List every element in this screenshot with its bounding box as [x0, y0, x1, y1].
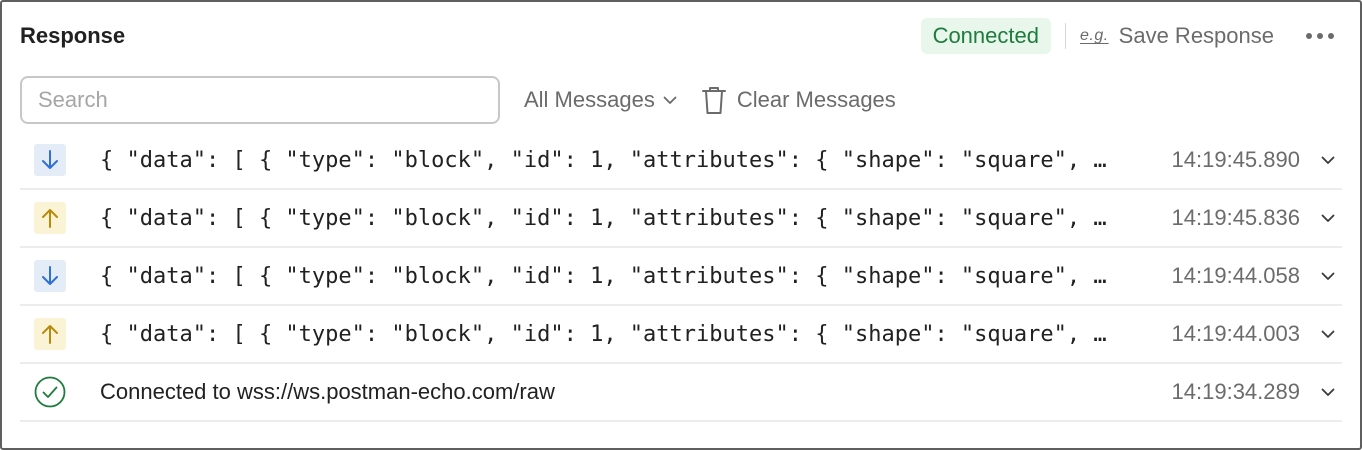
message-row[interactable]: { "data": [ { "type": "block", "id": 1, …	[20, 132, 1342, 190]
outgoing-message-indicator	[34, 202, 66, 234]
save-response-button[interactable]: e.g. Save Response	[1080, 23, 1274, 49]
message-filter-dropdown[interactable]: All Messages	[524, 87, 677, 113]
check-circle-icon	[34, 376, 66, 408]
connection-event-indicator	[34, 376, 66, 408]
message-row[interactable]: { "data": [ { "type": "block", "id": 1, …	[20, 248, 1342, 306]
example-icon: e.g.	[1079, 27, 1109, 44]
chevron-down-icon	[663, 96, 677, 104]
response-header: Response Connected e.g. Save Response	[20, 16, 1342, 56]
clear-messages-label: Clear Messages	[736, 87, 896, 112]
expand-message-button[interactable]	[1314, 214, 1342, 223]
message-row[interactable]: { "data": [ { "type": "block", "id": 1, …	[20, 306, 1342, 364]
messages-toolbar: All Messages Clear Messages	[20, 76, 1342, 124]
expand-message-button[interactable]	[1314, 388, 1342, 397]
arrow-up-icon	[42, 209, 58, 228]
search-input[interactable]	[20, 76, 500, 124]
response-panel: Response Connected e.g. Save Response Al…	[0, 0, 1362, 450]
message-timestamp: 14:19:45.836	[1171, 205, 1300, 230]
message-content: { "data": [ { "type": "block", "id": 1, …	[100, 321, 1110, 347]
chevron-down-icon	[1321, 388, 1335, 396]
message-timestamp: 14:19:34.289	[1171, 379, 1300, 404]
trash-icon	[701, 87, 726, 114]
message-row[interactable]: Connected to wss://ws.postman-echo.com/r…	[20, 364, 1342, 422]
incoming-message-indicator	[34, 144, 66, 176]
panel-title: Response	[20, 23, 126, 48]
message-timestamp: 14:19:45.890	[1171, 147, 1300, 172]
connection-status-badge: Connected	[920, 18, 1051, 54]
more-horizontal-icon	[1306, 33, 1334, 39]
message-content: { "data": [ { "type": "block", "id": 1, …	[100, 147, 1110, 173]
chevron-down-icon	[1321, 214, 1335, 222]
message-content: { "data": [ { "type": "block", "id": 1, …	[100, 205, 1110, 231]
more-options-button[interactable]	[1298, 18, 1342, 54]
message-content: Connected to wss://ws.postman-echo.com/r…	[100, 379, 555, 404]
chevron-down-icon	[1321, 330, 1335, 338]
outgoing-message-indicator	[34, 318, 66, 350]
save-response-label: Save Response	[1118, 23, 1274, 48]
arrow-down-icon	[42, 150, 58, 169]
header-divider	[1064, 23, 1066, 49]
message-timestamp: 14:19:44.058	[1171, 263, 1300, 288]
expand-message-button[interactable]	[1314, 156, 1342, 165]
arrow-down-icon	[42, 266, 58, 285]
message-content: { "data": [ { "type": "block", "id": 1, …	[100, 263, 1110, 289]
chevron-down-icon	[1321, 272, 1335, 280]
expand-message-button[interactable]	[1314, 330, 1342, 339]
message-list: { "data": [ { "type": "block", "id": 1, …	[20, 132, 1342, 422]
incoming-message-indicator	[34, 260, 66, 292]
expand-message-button[interactable]	[1314, 272, 1342, 281]
header-actions: Connected e.g. Save Response	[920, 18, 1342, 54]
message-row[interactable]: { "data": [ { "type": "block", "id": 1, …	[20, 190, 1342, 248]
clear-messages-button[interactable]: Clear Messages	[701, 85, 896, 115]
arrow-up-icon	[42, 325, 58, 344]
chevron-down-icon	[1321, 156, 1335, 164]
message-filter-label: All Messages	[524, 87, 655, 112]
message-timestamp: 14:19:44.003	[1171, 321, 1300, 346]
